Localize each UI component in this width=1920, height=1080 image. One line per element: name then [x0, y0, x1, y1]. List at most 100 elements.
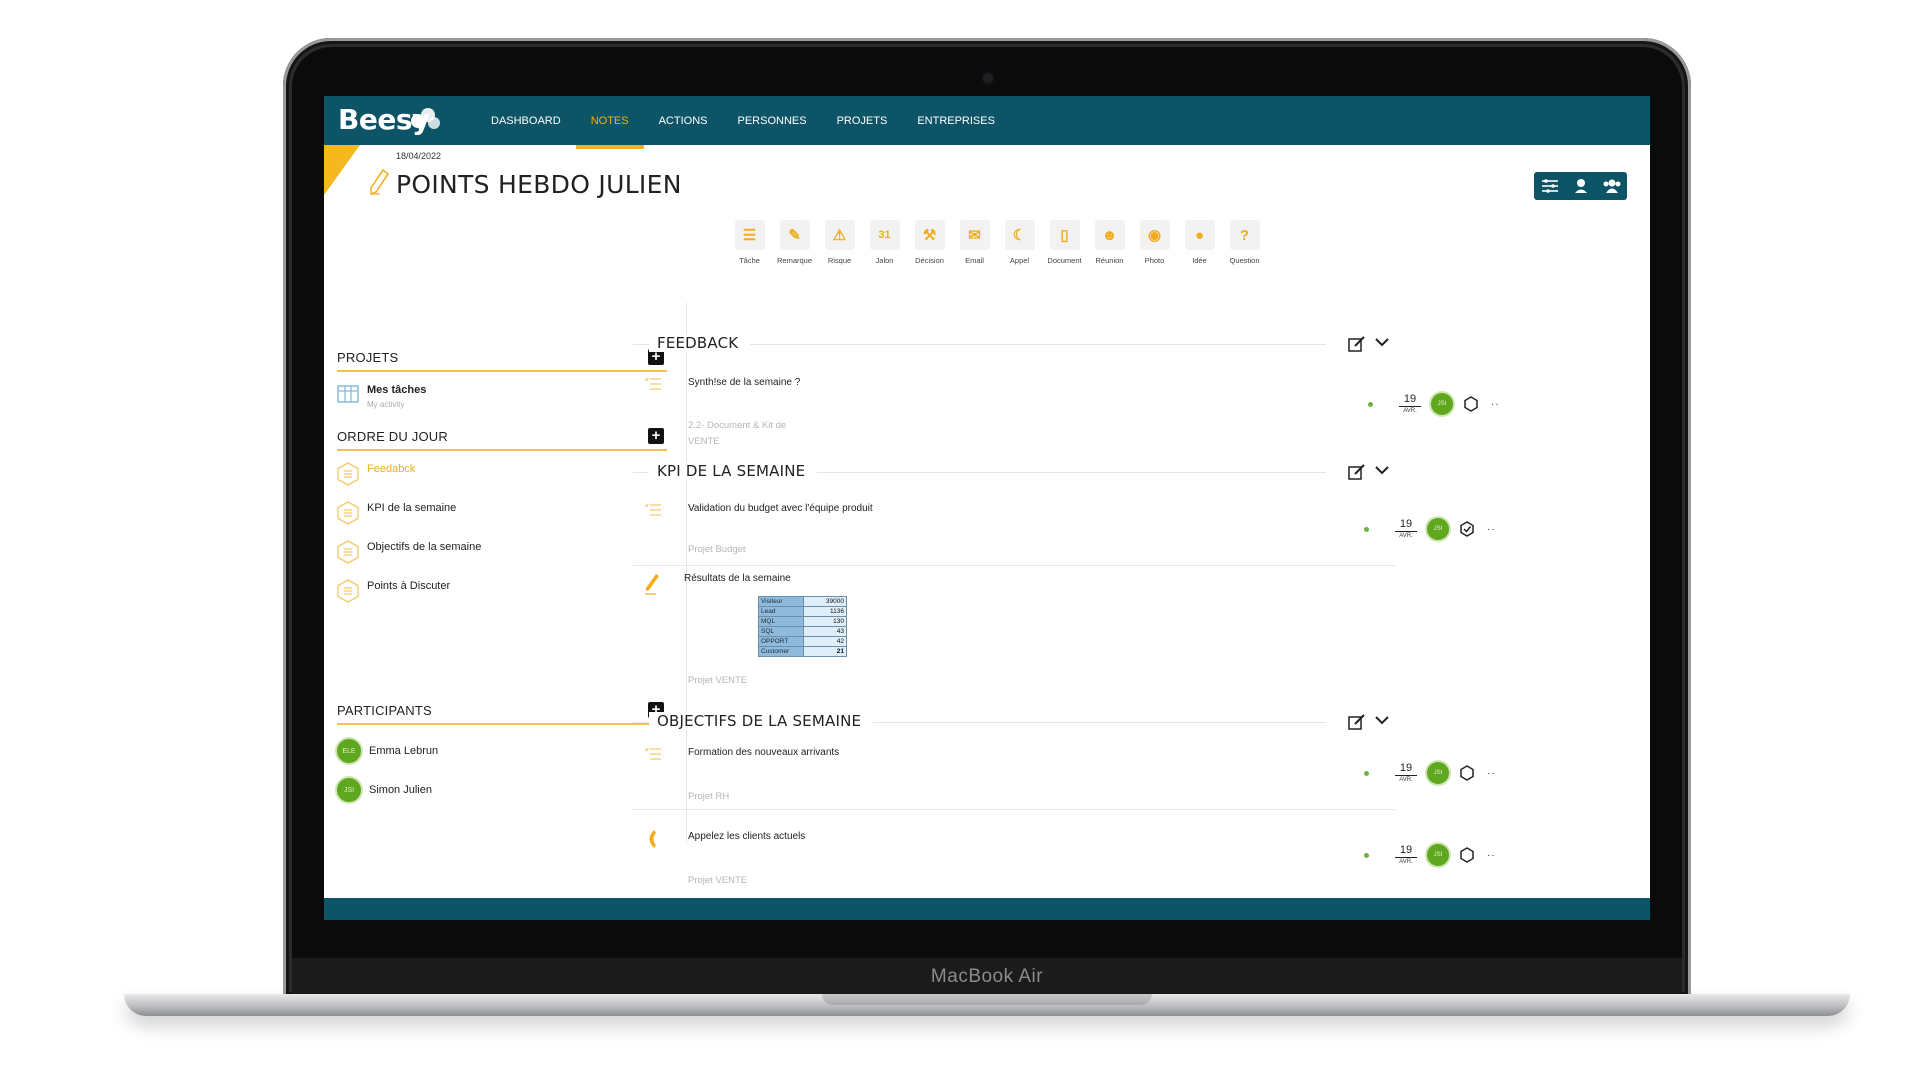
- table-cell: OPPORT: [758, 636, 804, 647]
- agenda-item-kpi[interactable]: KPI de la semaine: [337, 501, 456, 525]
- nav-personnes[interactable]: PERSONNES: [723, 96, 822, 145]
- agenda-item-label: Points à Discuter: [367, 580, 451, 592]
- nav-dashboard[interactable]: DASHBOARD: [476, 96, 576, 145]
- share-icon[interactable]: [1569, 175, 1593, 197]
- status-dot: [1364, 526, 1369, 532]
- avatar[interactable]: JSI: [1427, 762, 1449, 784]
- table-cell: 39000: [803, 596, 847, 607]
- list-item[interactable]: Appelez les clients actuels Projet VENTE…: [644, 830, 1495, 891]
- palette-photo[interactable]: ◉ Photo: [1132, 220, 1177, 265]
- sidebar-item-sub: My activity: [367, 400, 405, 409]
- palette-tache[interactable]: ☰ Tâche: [727, 220, 772, 265]
- laptop-notch: [822, 994, 1152, 1005]
- avatar[interactable]: JSI: [1427, 518, 1449, 540]
- chevron-down-icon[interactable]: [1374, 336, 1390, 348]
- item-title: Validation du budget avec l'équipe produ…: [688, 503, 873, 514]
- edit-icon[interactable]: [1348, 463, 1366, 481]
- more-options-icon[interactable]: ··: [1487, 850, 1496, 861]
- laptop-chin: MacBook Air: [292, 958, 1682, 996]
- table-row: Customer 21: [758, 646, 847, 657]
- divider: [633, 809, 1396, 810]
- palette-remarque[interactable]: ✎ Remarque: [772, 220, 817, 265]
- participants-section: PARTICIPANTS +: [337, 699, 667, 725]
- participant-emma[interactable]: ELE Emma Lebrun: [337, 739, 438, 763]
- avatar[interactable]: JSI: [1431, 393, 1453, 415]
- chevron-down-icon[interactable]: [1374, 714, 1390, 726]
- status-dot: [1368, 401, 1373, 407]
- phone-icon: [649, 830, 656, 848]
- item-type-palette: ☰ Tâche ✎ Remarque ⚠ Risque 31 Jalon ⚒ Décisi…: [727, 220, 1267, 265]
- item-title: Résultats de la semaine: [684, 573, 791, 584]
- item-project: 2.2- Document & Kit de VENTE: [688, 420, 787, 447]
- table-cell: SQL: [758, 626, 804, 637]
- nav-actions[interactable]: ACTIONS: [644, 96, 723, 145]
- participant-simon[interactable]: JSI Simon Julien: [337, 778, 432, 802]
- table-row: Lead 1136: [758, 606, 847, 617]
- phone-icon: ☾: [1004, 220, 1035, 250]
- item-meta: 19 AVR. JSI ··: [1364, 762, 1496, 784]
- palette-risque[interactable]: ⚠ Risque: [817, 220, 862, 265]
- palette-document[interactable]: ▯ Document: [1042, 220, 1087, 265]
- bee-logo-icon: [411, 108, 440, 129]
- more-options-icon[interactable]: ··: [1487, 768, 1496, 779]
- hexagon-icon[interactable]: [1460, 765, 1474, 781]
- palette-reunion[interactable]: ☻ Réunion: [1087, 220, 1132, 265]
- document-icon: ▯: [1049, 220, 1080, 250]
- ordre-du-jour-section: ORDRE DU JOUR +: [337, 425, 667, 451]
- meeting-icon: ☻: [1094, 220, 1125, 250]
- palette-question[interactable]: ? Question: [1222, 220, 1267, 265]
- agenda-item-objectifs[interactable]: Objectifs de la semaine: [337, 540, 481, 564]
- due-date[interactable]: 19 AVR.: [1395, 519, 1417, 539]
- device-label: MacBook Air: [930, 966, 1044, 987]
- palette-idee[interactable]: ● Idée: [1177, 220, 1222, 265]
- palette-email[interactable]: ✉ Email: [952, 220, 997, 265]
- nav-projets[interactable]: PROJETS: [822, 96, 903, 145]
- more-options-icon[interactable]: ··: [1487, 524, 1496, 535]
- agenda-item-points[interactable]: Points à Discuter: [337, 579, 450, 603]
- hexagon-check-icon[interactable]: [1460, 521, 1474, 537]
- chevron-down-icon[interactable]: [1374, 464, 1390, 476]
- edit-icon[interactable]: [1348, 713, 1366, 731]
- hexagon-icon[interactable]: [1464, 396, 1478, 412]
- agenda-item-feedback[interactable]: Feedabck: [337, 462, 415, 486]
- due-date[interactable]: 19 AVR.: [1395, 845, 1417, 865]
- nav-entreprises[interactable]: ENTREPRISES: [902, 96, 1010, 145]
- sidebar-item-mes-taches[interactable]: Mes tâches My activity: [337, 384, 426, 409]
- palette-label: Question: [1229, 256, 1260, 265]
- table-row: MQL 130: [758, 616, 847, 627]
- item-title: Appelez les clients actuels: [688, 831, 806, 842]
- more-options-icon[interactable]: ··: [1491, 399, 1500, 410]
- task-list-icon: [644, 747, 661, 760]
- due-date[interactable]: 19 AVR.: [1395, 763, 1417, 783]
- palette-jalon[interactable]: 31 Jalon: [862, 220, 907, 265]
- due-date[interactable]: 19 AVR.: [1399, 394, 1421, 414]
- item-project: Projet Budget: [688, 544, 746, 555]
- palette-decision[interactable]: ⚒ Décision: [907, 220, 952, 265]
- item-meta: 19 AVR. JSI ··: [1364, 844, 1496, 866]
- avatar[interactable]: JSI: [1427, 844, 1449, 866]
- filter-icon[interactable]: [1538, 175, 1562, 197]
- list-item[interactable]: Formation des nouveaux arrivants Projet …: [644, 747, 1495, 807]
- section-title: PARTICIPANTS: [337, 703, 432, 718]
- edit-icon[interactable]: [1348, 335, 1366, 353]
- hexagon-icon[interactable]: [1460, 847, 1474, 863]
- item-project: Projet VENTE: [688, 875, 748, 886]
- bottom-bar: [324, 898, 1650, 920]
- table-row: Visiteur 39000: [758, 596, 847, 607]
- participants-icon[interactable]: [1600, 175, 1624, 197]
- projets-section: PROJETS +: [337, 346, 667, 372]
- kanban-icon: [337, 385, 359, 403]
- table-cell: Customer: [758, 646, 804, 657]
- pencil-icon: ✎: [779, 220, 810, 250]
- status-dot: [1364, 770, 1369, 776]
- palette-appel[interactable]: ☾ Appel: [997, 220, 1042, 265]
- list-item[interactable]: Validation du budget avec l'équipe produ…: [644, 503, 1495, 563]
- palette-label: Risque: [827, 256, 852, 265]
- question-icon: ?: [1229, 220, 1260, 250]
- table-cell: 130: [803, 616, 847, 627]
- section-title: ORDRE DU JOUR: [337, 429, 448, 444]
- gavel-icon: ⚒: [914, 220, 945, 250]
- nav-notes[interactable]: NOTES: [575, 96, 644, 149]
- task-list-icon: [644, 503, 661, 516]
- item-meta: 19 AVR. JSI ··: [1368, 393, 1500, 415]
